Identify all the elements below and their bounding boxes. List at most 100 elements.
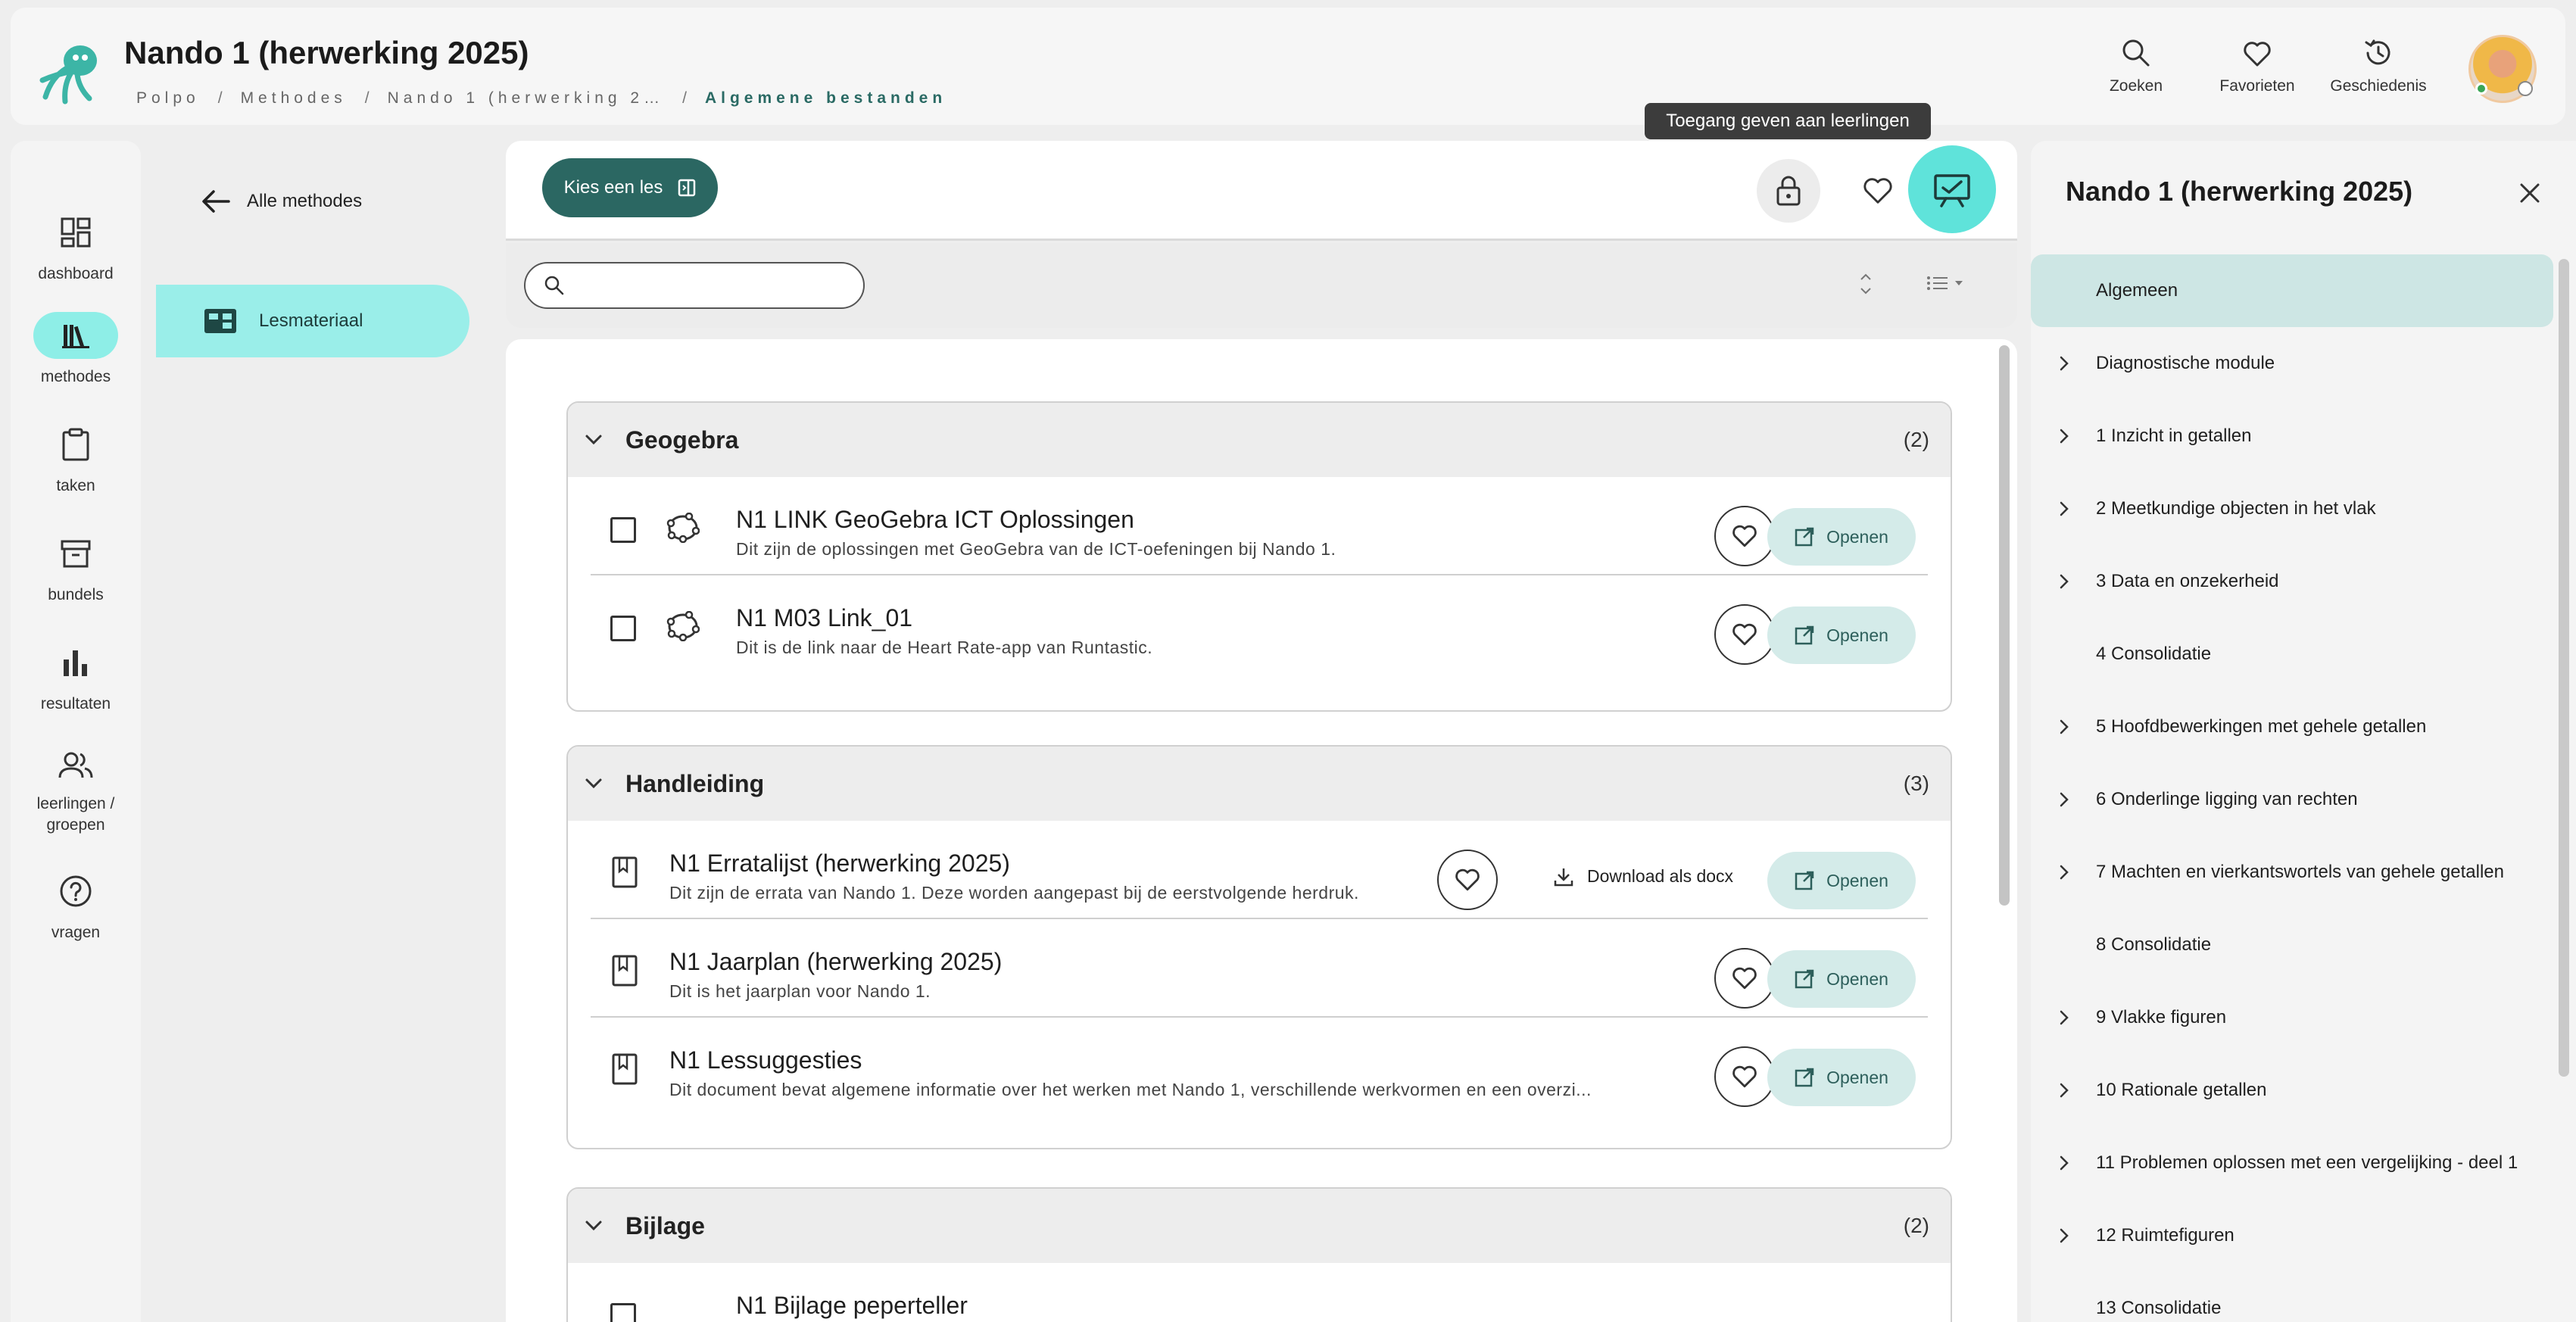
panel-scrollbar[interactable]: [2559, 259, 2569, 1077]
chapter-item[interactable]: 4 Consolidatie: [2031, 618, 2553, 691]
search-input[interactable]: [575, 276, 863, 295]
chapter-label: Algemeen: [2096, 280, 2178, 301]
item-title[interactable]: N1 LINK GeoGebra ICT Oplossingen: [736, 506, 1134, 534]
chapter-item[interactable]: 1 Inzicht in getallen: [2031, 400, 2553, 472]
polpo-logo[interactable]: [36, 38, 108, 109]
search-field[interactable]: [524, 262, 865, 309]
chapter-item[interactable]: 11 Problemen oplossen met een vergelijki…: [2031, 1127, 2553, 1199]
panel-icon: [678, 179, 696, 197]
lock-button[interactable]: [1757, 159, 1820, 223]
open-button[interactable]: Openen: [1767, 508, 1916, 566]
chevron-right-icon[interactable]: [2058, 354, 2070, 373]
chapter-item[interactable]: 2 Meetkundige objecten in het vlak: [2031, 472, 2553, 545]
group-header[interactable]: Geogebra (2): [568, 403, 1951, 477]
nav-item-dashboard[interactable]: dashboard: [11, 209, 141, 285]
item-title[interactable]: N1 Jaarplan (herwerking 2025): [669, 948, 1002, 976]
search-action[interactable]: Zoeken: [2072, 36, 2200, 95]
group-title: Handleiding: [625, 769, 765, 797]
chapter-item[interactable]: 5 Hoofdbewerkingen met gehele getallen: [2031, 691, 2553, 763]
item-title[interactable]: N1 Erratalijst (herwerking 2025): [669, 850, 1010, 878]
history-action[interactable]: Geschiedenis: [2314, 36, 2443, 95]
select-checkbox[interactable]: [610, 517, 636, 543]
chevron-right-icon[interactable]: [2058, 718, 2070, 736]
heart-icon: [1863, 178, 1892, 204]
download-docx-button[interactable]: Download als docx: [1554, 866, 1733, 887]
chapter-item[interactable]: 8 Consolidatie: [2031, 909, 2553, 981]
item-title[interactable]: N1 Lessuggesties: [669, 1046, 862, 1074]
breadcrumb-method[interactable]: Nando 1 (herwerking 2…: [388, 89, 664, 108]
favorite-button[interactable]: [1714, 506, 1775, 566]
favorites-action[interactable]: Favorieten: [2193, 36, 2322, 95]
subnav-item-lesmateriaal[interactable]: Lesmateriaal: [156, 285, 469, 357]
external-link-icon: [1795, 969, 1814, 989]
nav-item-methodes[interactable]: methodes: [11, 312, 141, 388]
chevron-right-icon[interactable]: [2058, 1227, 2070, 1245]
breadcrumb-polpo[interactable]: Polpo: [136, 89, 200, 108]
give-student-access-button[interactable]: [1908, 145, 1996, 233]
method-sidebar: Alle methodes Lesmateriaal: [156, 141, 474, 1322]
chevron-right-icon[interactable]: [2058, 1009, 2070, 1027]
list-item[interactable]: N1 Jaarplan (herwerking 2025) Dit is het…: [591, 919, 1928, 1018]
nav-item-bundels[interactable]: bundels: [11, 530, 141, 606]
back-to-methods-link[interactable]: Alle methodes: [201, 189, 362, 214]
favorite-method-button[interactable]: [1846, 159, 1910, 223]
content-toolbar: Kies een les: [506, 141, 2017, 241]
chevron-right-icon[interactable]: [2058, 1154, 2070, 1172]
list-item[interactable]: N1 Erratalijst (herwerking 2025) Dit zij…: [591, 821, 1928, 919]
item-description: Dit is de link naar de Heart Rate-app va…: [736, 638, 1153, 657]
group-header[interactable]: Handleiding (3): [568, 747, 1951, 821]
list-item[interactable]: N1 Lessuggesties Dit document bevat alge…: [591, 1018, 1928, 1116]
chevron-right-icon[interactable]: [2058, 427, 2070, 445]
list-item[interactable]: N1 M03 Link_01 Dit is de link naar de He…: [591, 575, 1928, 674]
nav-item-leerlingen[interactable]: leerlingen / groepen: [11, 742, 141, 836]
favorite-button[interactable]: [1714, 1046, 1775, 1107]
content-scrollbar[interactable]: [1999, 345, 2010, 906]
open-button-label: Openen: [1826, 526, 1888, 547]
close-panel-button[interactable]: [2518, 182, 2541, 204]
list-item[interactable]: N1 Bijlage peperteller: [591, 1263, 1928, 1322]
avatar[interactable]: [2468, 35, 2537, 103]
open-button[interactable]: Openen: [1767, 1049, 1916, 1106]
open-button[interactable]: Openen: [1767, 950, 1916, 1008]
lock-icon: [1776, 176, 1801, 206]
chapter-item[interactable]: 3 Data en onzekerheid: [2031, 545, 2553, 618]
choose-lesson-label: Kies een les: [563, 177, 663, 198]
item-title[interactable]: N1 Bijlage peperteller: [736, 1292, 968, 1320]
help-icon: [33, 868, 118, 915]
chapter-item[interactable]: 12 Ruimtefiguren: [2031, 1199, 2553, 1272]
nav-item-taken[interactable]: taken: [11, 421, 141, 497]
chapter-item[interactable]: 13 Consolidatie: [2031, 1272, 2553, 1322]
chevron-right-icon[interactable]: [2058, 790, 2070, 809]
chevron-right-icon[interactable]: [2058, 1081, 2070, 1099]
chevron-right-icon[interactable]: [2058, 500, 2070, 518]
nav-item-vragen[interactable]: vragen: [11, 868, 141, 943]
favorite-button[interactable]: [1437, 850, 1498, 910]
list-item[interactable]: N1 LINK GeoGebra ICT Oplossingen Dit zij…: [591, 477, 1928, 575]
breadcrumb-methodes[interactable]: Methodes: [241, 89, 347, 108]
chevron-right-icon[interactable]: [2058, 572, 2070, 591]
favorite-button[interactable]: [1714, 604, 1775, 665]
breadcrumb-separator: /: [682, 89, 687, 107]
lesson-material-icon: [204, 309, 236, 333]
group-header[interactable]: Bijlage (2): [568, 1189, 1951, 1263]
history-icon: [2365, 39, 2390, 65]
chapter-item[interactable]: Diagnostische module: [2031, 327, 2553, 400]
chevron-right-icon[interactable]: [2058, 863, 2070, 881]
view-mode-dropdown[interactable]: [1926, 275, 1964, 292]
select-checkbox[interactable]: [610, 616, 636, 641]
sort-button[interactable]: [1858, 270, 1873, 298]
chapter-label: 7 Machten en vierkantswortels van gehele…: [2096, 862, 2504, 882]
item-title[interactable]: N1 M03 Link_01: [736, 604, 912, 632]
select-checkbox[interactable]: [610, 1303, 636, 1322]
open-button[interactable]: Openen: [1767, 606, 1916, 664]
chapter-item[interactable]: 10 Rationale getallen: [2031, 1054, 2553, 1127]
chapter-item[interactable]: Algemeen: [2031, 254, 2553, 327]
nav-item-resultaten[interactable]: resultaten: [11, 639, 141, 715]
external-link-icon: [1795, 1068, 1814, 1087]
choose-lesson-button[interactable]: Kies een les: [542, 158, 718, 217]
chapter-item[interactable]: 9 Vlakke figuren: [2031, 981, 2553, 1054]
open-button[interactable]: Openen: [1767, 852, 1916, 909]
chapter-item[interactable]: 7 Machten en vierkantswortels van gehele…: [2031, 836, 2553, 909]
chapter-item[interactable]: 6 Onderlinge ligging van rechten: [2031, 763, 2553, 836]
favorite-button[interactable]: [1714, 948, 1775, 1009]
